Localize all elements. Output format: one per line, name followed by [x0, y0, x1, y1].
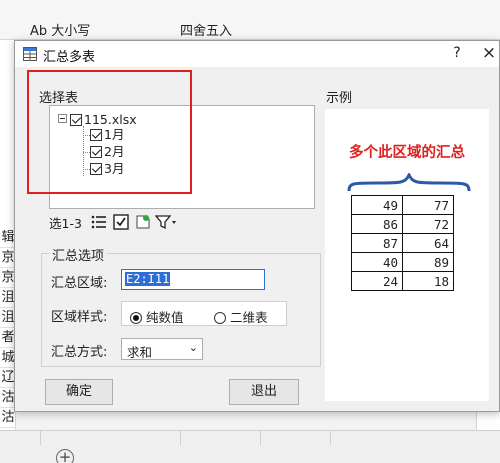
- grid-line: [180, 431, 181, 445]
- grid-line: [260, 431, 261, 445]
- example-table: 49 77 86 72 87 64 40 89 24 18: [351, 195, 454, 291]
- radio-label: 二维表: [230, 310, 268, 325]
- example-label: 示例: [326, 91, 353, 106]
- chevron-down-icon[interactable]: ⌄: [189, 341, 198, 354]
- table-cell: 77: [402, 195, 454, 215]
- method-label: 汇总方式:: [51, 345, 108, 360]
- summary-dialog: 汇总多表 ? × 选择表 115.xlsx 1月 2月 3月 选1-3 汇总选项…: [14, 40, 500, 412]
- filter-icon[interactable]: [155, 213, 177, 231]
- check-all-icon[interactable]: [113, 213, 129, 231]
- table-cell: 18: [402, 271, 454, 291]
- table-row: 86 72: [351, 214, 454, 234]
- table-cell: 72: [402, 214, 454, 234]
- table-cell: 49: [351, 195, 403, 215]
- uncheck-icon[interactable]: [135, 213, 151, 231]
- round-button[interactable]: 四舍五入: [180, 20, 232, 39]
- close-button[interactable]: ×: [480, 43, 498, 63]
- radio-plain-values[interactable]: 纯数值: [130, 307, 184, 326]
- example-panel: 多个此区域的汇总 49 77 86 72 87 64 40 89 24 18: [325, 109, 489, 401]
- table-cell: 86: [351, 214, 403, 234]
- table-cell: 24: [351, 271, 403, 291]
- case-button[interactable]: Ab 大小写: [30, 20, 90, 39]
- style-label: 区域样式:: [51, 310, 108, 325]
- grid-line: [330, 431, 331, 445]
- ok-button[interactable]: 确定: [45, 379, 113, 405]
- title-bar: 汇总多表 ? ×: [15, 41, 499, 67]
- highlight-box: [27, 70, 192, 194]
- range-label: 汇总区域:: [51, 276, 108, 291]
- table-cell: 64: [402, 233, 454, 253]
- range-input[interactable]: E2:I11: [121, 269, 265, 290]
- table-cell: 40: [351, 252, 403, 272]
- table-app-icon: [23, 47, 37, 61]
- table-row: 24 18: [351, 271, 454, 291]
- list-icon[interactable]: [91, 213, 107, 231]
- method-value: 求和: [127, 345, 153, 360]
- excel-ribbon: Ab 大小写 四舍五入: [0, 0, 500, 40]
- table-cell: 89: [402, 252, 454, 272]
- style-radio-group: 纯数值 二维表: [121, 301, 287, 326]
- add-sheet-icon[interactable]: +: [56, 449, 74, 463]
- sheet-tab-bar: +: [0, 430, 500, 463]
- table-row: 87 64: [351, 233, 454, 253]
- example-title: 多个此区域的汇总: [349, 145, 465, 161]
- options-group-title: 汇总选项: [49, 245, 108, 264]
- selection-count: 选1-3: [49, 216, 82, 231]
- exit-button[interactable]: 退出: [229, 379, 299, 405]
- grid-line: [40, 431, 41, 445]
- dialog-title: 汇总多表: [43, 50, 96, 65]
- radio-unselected-icon[interactable]: [214, 312, 226, 324]
- method-select[interactable]: 求和 ⌄: [121, 338, 203, 360]
- brace-icon: [347, 173, 471, 192]
- range-value: E2:I11: [125, 272, 171, 286]
- radio-label: 纯数值: [146, 310, 184, 325]
- radio-selected-icon[interactable]: [130, 312, 142, 324]
- help-button[interactable]: ?: [449, 45, 465, 61]
- table-row: 40 89: [351, 252, 454, 272]
- table-cell: 87: [351, 233, 403, 253]
- table-row: 49 77: [351, 195, 454, 215]
- radio-2d-table[interactable]: 二维表: [214, 307, 268, 326]
